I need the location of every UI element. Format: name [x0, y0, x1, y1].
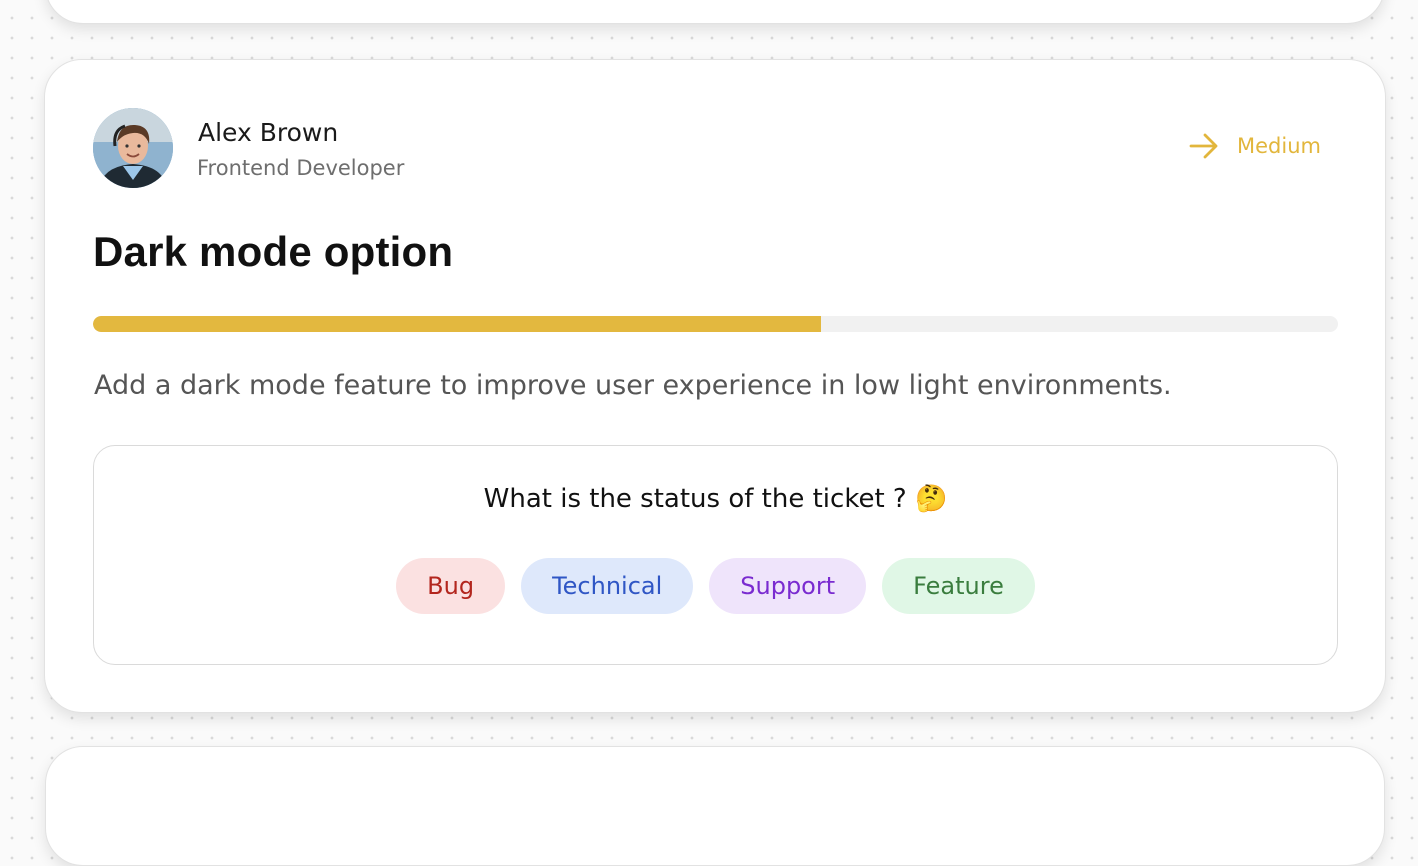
priority-label: Medium	[1237, 134, 1321, 158]
ticket-description: Add a dark mode feature to improve user …	[94, 370, 1172, 401]
status-option-support[interactable]: Support	[709, 558, 867, 614]
status-option-bug[interactable]: Bug	[396, 558, 506, 614]
next-ticket-card	[45, 746, 1385, 866]
arrow-right-icon	[1189, 133, 1218, 159]
progress-bar-fill	[93, 316, 822, 332]
author-role: Frontend Developer	[197, 156, 405, 180]
priority-indicator[interactable]: Medium	[1189, 133, 1321, 159]
ticket-card: Alex Brown Frontend Developer Medium Dar…	[44, 59, 1386, 713]
progress-bar	[93, 316, 1338, 332]
author-name: Alex Brown	[198, 118, 339, 147]
previous-ticket-card	[45, 0, 1385, 24]
status-option-feature[interactable]: Feature	[882, 558, 1035, 614]
user-photo-icon	[93, 108, 173, 188]
status-selector: What is the status of the ticket ? 🤔 Bug…	[93, 445, 1338, 665]
author-avatar	[93, 108, 173, 188]
status-option-technical[interactable]: Technical	[521, 558, 694, 614]
ticket-title: Dark mode option	[93, 228, 454, 275]
status-options: Bug Technical Support Feature	[94, 558, 1337, 614]
status-question: What is the status of the ticket ? 🤔	[483, 484, 948, 514]
